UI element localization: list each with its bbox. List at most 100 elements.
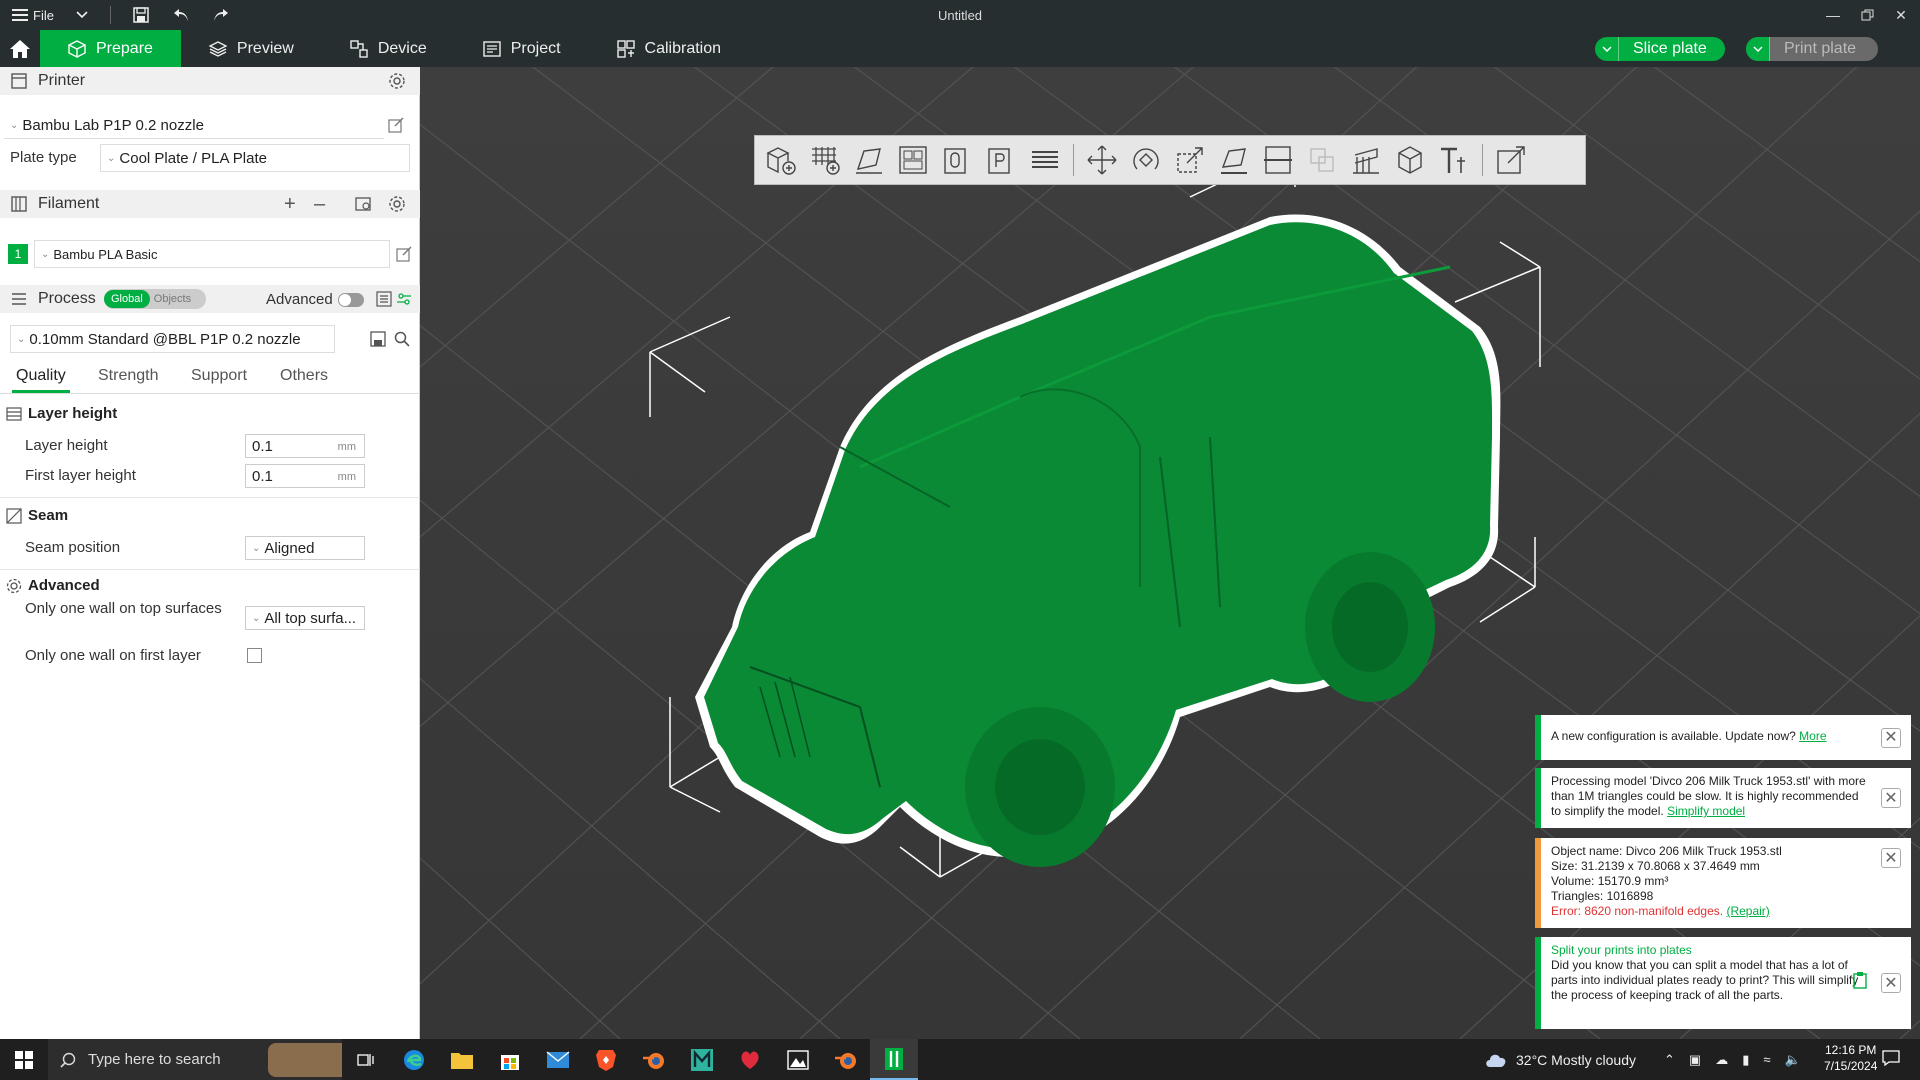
advanced-toggle[interactable] <box>338 293 364 307</box>
chevron-down-icon[interactable] <box>1746 37 1770 61</box>
process-profile-select[interactable]: ⌄ 0.10mm Standard @BBL P1P 0.2 nozzle <box>10 325 335 353</box>
save-icon[interactable] <box>133 0 149 30</box>
wifi-icon[interactable]: ≈ <box>1763 1052 1770 1067</box>
rotate-icon[interactable] <box>1124 138 1168 182</box>
network-drive-icon[interactable]: ▣ <box>1689 1052 1701 1068</box>
gear-icon[interactable] <box>388 72 406 90</box>
cut-icon[interactable] <box>1256 138 1300 182</box>
seam-painting-icon[interactable] <box>1388 138 1432 182</box>
meshmixer-icon[interactable] <box>678 1039 726 1080</box>
more-link[interactable]: More <box>1799 729 1826 743</box>
app-red-icon[interactable] <box>726 1039 774 1080</box>
simplify-model-link[interactable]: Simplify model <box>1667 804 1745 818</box>
arrange-icon[interactable] <box>891 138 935 182</box>
toggle-global[interactable]: Global <box>104 290 150 308</box>
process-settings-icon[interactable] <box>396 291 412 307</box>
battery-icon[interactable]: ▮ <box>1742 1052 1749 1068</box>
subtab-support[interactable]: Support <box>191 367 247 385</box>
layer-height-label: Layer height <box>25 437 108 454</box>
mail-icon[interactable] <box>534 1039 582 1080</box>
blender-icon-2[interactable] <box>822 1039 870 1080</box>
add-filament-icon[interactable]: + <box>284 193 296 216</box>
edge-browser-icon[interactable] <box>390 1039 438 1080</box>
brave-browser-icon[interactable] <box>582 1039 630 1080</box>
global-objects-toggle[interactable]: Global Objects <box>104 289 206 309</box>
minimize-icon[interactable]: — <box>1816 0 1850 30</box>
windows-start-icon[interactable] <box>0 1039 48 1080</box>
one-wall-top-select[interactable]: ⌄ All top surfa... <box>245 606 365 630</box>
layer-height-input[interactable]: 0.1 mm <box>245 434 365 458</box>
microsoft-store-icon[interactable] <box>486 1039 534 1080</box>
move-icon[interactable] <box>1080 138 1124 182</box>
tab-prepare[interactable]: Prepare <box>40 30 181 67</box>
file-explorer-icon[interactable] <box>438 1039 486 1080</box>
tab-project[interactable]: Project <box>455 30 589 67</box>
support-painting-icon[interactable] <box>1344 138 1388 182</box>
lay-on-face-icon[interactable] <box>1212 138 1256 182</box>
slice-plate-button[interactable]: Slice plate <box>1595 37 1725 61</box>
filament-select[interactable]: ⌄ Bambu PLA Basic <box>34 240 390 268</box>
save-preset-icon[interactable] <box>370 331 386 347</box>
blender-icon[interactable] <box>630 1039 678 1080</box>
task-view-icon[interactable] <box>342 1039 390 1080</box>
close-icon[interactable]: ✕ <box>1881 788 1901 808</box>
close-icon[interactable]: ✕ <box>1881 727 1901 748</box>
subtab-quality[interactable]: Quality <box>16 367 66 385</box>
tab-label: Preview <box>236 39 294 57</box>
assembly-view-icon[interactable] <box>1489 138 1533 182</box>
search-icon[interactable] <box>394 331 410 347</box>
print-plate-button[interactable]: Print plate <box>1746 37 1879 61</box>
onedrive-icon[interactable]: ☁ <box>1715 1052 1728 1068</box>
advanced-group-title: Advanced <box>6 577 100 594</box>
restore-icon[interactable] <box>1850 0 1884 30</box>
toggle-objects[interactable]: Objects <box>150 290 195 308</box>
plate-lock-icon[interactable] <box>935 138 979 182</box>
redo-icon[interactable] <box>213 0 229 30</box>
notification-center-icon[interactable] <box>1882 1049 1900 1071</box>
edit-icon[interactable] <box>396 246 412 262</box>
auto-orient-icon[interactable] <box>847 138 891 182</box>
clock-time: 12:16 PM <box>1825 1043 1877 1057</box>
close-icon[interactable]: ✕ <box>1881 848 1901 868</box>
repair-link[interactable]: (Repair) <box>1726 904 1769 918</box>
close-icon[interactable]: ✕ <box>1881 973 1901 993</box>
first-layer-height-input[interactable]: 0.1 mm <box>245 464 365 488</box>
edit-icon[interactable] <box>388 117 404 133</box>
subtab-strength[interactable]: Strength <box>98 367 158 385</box>
clipboard-icon[interactable] <box>1853 971 1867 989</box>
compare-icon[interactable] <box>376 291 392 307</box>
undo-icon[interactable] <box>173 0 189 30</box>
tab-preview[interactable]: Preview <box>181 30 322 67</box>
tab-device[interactable]: Device <box>322 30 455 67</box>
one-wall-first-checkbox[interactable] <box>247 648 262 663</box>
home-icon[interactable] <box>0 30 40 67</box>
plate-settings-icon[interactable] <box>979 138 1023 182</box>
layers-editing-icon[interactable] <box>1023 138 1067 182</box>
chevron-up-icon[interactable]: ⌃ <box>1664 1052 1675 1068</box>
file-dropdown-chevron-icon[interactable] <box>76 0 88 30</box>
add-plate-icon[interactable] <box>803 138 847 182</box>
seam-position-select[interactable]: ⌄ Aligned <box>245 536 365 560</box>
tip-title: Split your prints into plates <box>1551 943 1692 957</box>
volume-icon[interactable]: 🔈 <box>1785 1052 1801 1068</box>
tab-calibration[interactable]: Calibration <box>589 30 749 67</box>
subtab-others[interactable]: Others <box>280 367 328 385</box>
plate-type-select[interactable]: ⌄ Cool Plate / PLA Plate <box>100 144 410 172</box>
bambu-studio-icon[interactable] <box>870 1039 918 1080</box>
remove-filament-icon[interactable]: – <box>314 193 325 216</box>
scale-icon[interactable] <box>1168 138 1212 182</box>
clock[interactable]: 12:16 PM 7/15/2024 <box>1824 1042 1877 1074</box>
text-emboss-icon[interactable] <box>1432 138 1476 182</box>
gear-icon[interactable] <box>388 195 406 213</box>
one-wall-first-label: Only one wall on first layer <box>25 647 201 664</box>
image-viewer-icon[interactable] <box>774 1039 822 1080</box>
taskbar-search-input[interactable]: Type here to search <box>48 1039 342 1080</box>
weather-widget[interactable]: 32°C Mostly cloudy <box>1484 1039 1636 1080</box>
file-menu[interactable]: File <box>12 0 54 30</box>
close-window-icon[interactable]: ✕ <box>1884 0 1918 30</box>
add-object-icon[interactable] <box>759 138 803 182</box>
printer-select[interactable]: ⌄ Bambu Lab P1P 0.2 nozzle <box>4 111 384 139</box>
filament-slot-badge[interactable]: 1 <box>8 244 28 264</box>
filament-sync-icon[interactable] <box>354 195 372 213</box>
chevron-down-icon[interactable] <box>1595 37 1619 61</box>
